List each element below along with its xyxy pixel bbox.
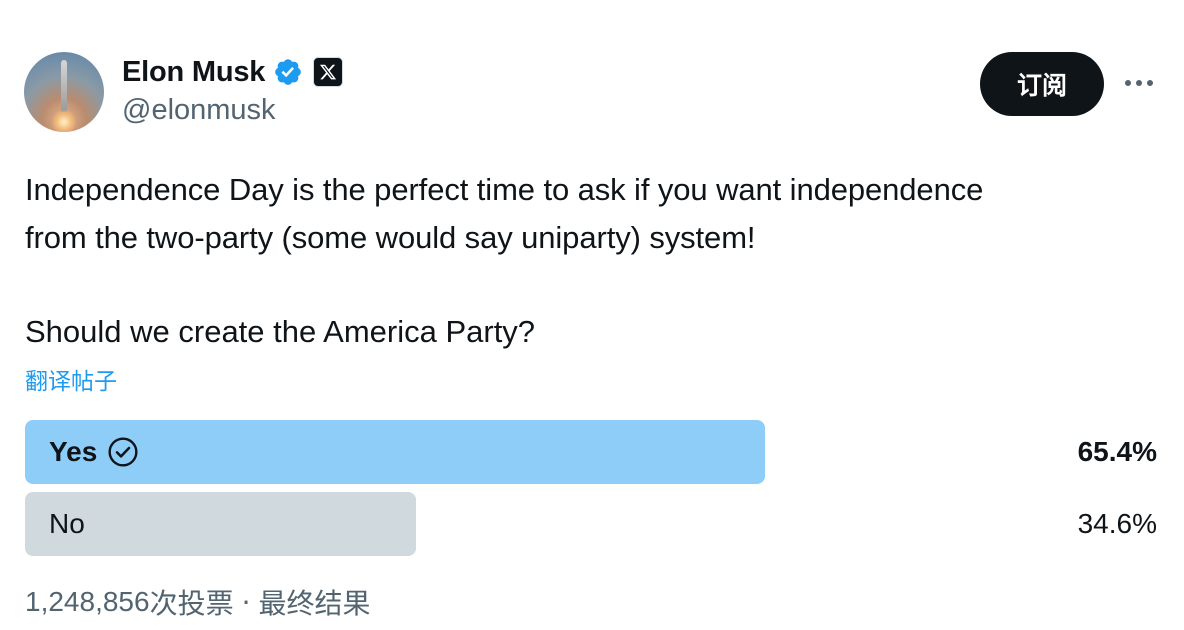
poll-option-label: Yes: [49, 436, 98, 467]
author-handle[interactable]: @elonmusk: [122, 94, 276, 127]
poll-footer: 1,248,856 次投票 · 最终结果: [25, 582, 371, 622]
poll-option-label-row: No: [49, 492, 85, 556]
tweet-text: Independence Day is the perfect time to …: [25, 166, 1155, 262]
x-logo-icon: [313, 57, 344, 87]
avatar[interactable]: [24, 52, 104, 132]
more-horizontal-icon[interactable]: [1120, 66, 1158, 100]
subscribe-button[interactable]: 订阅: [980, 52, 1104, 116]
tweet-text-line: Independence Day is the perfect time to …: [25, 172, 984, 207]
verified-badge-icon[interactable]: [273, 57, 303, 87]
translate-post-link[interactable]: 翻译帖子: [25, 362, 117, 396]
poll-option-yes: Yes 65.4%: [25, 420, 1157, 484]
poll-votes-count: 1,248,856: [25, 586, 150, 617]
poll-option-percent: 65.4%: [1077, 436, 1157, 467]
poll-option-label: No: [49, 508, 85, 539]
poll-option-label-row: Yes: [49, 420, 139, 484]
poll-option-percent: 34.6%: [1077, 508, 1157, 539]
poll-separator: ·: [241, 585, 251, 619]
check-circle-icon: [108, 437, 138, 467]
rocket-image: [61, 60, 67, 112]
author-name[interactable]: Elon Musk: [122, 56, 265, 89]
poll-status: 最终结果: [258, 587, 371, 620]
author-name-row: Elon Musk: [122, 54, 344, 90]
poll-votes-suffix: 次投票: [149, 587, 234, 620]
tweet-text-line: from the two-party (some would say unipa…: [25, 220, 756, 255]
rocket-flame-image: [52, 110, 76, 132]
poll-option-no: No 34.6%: [25, 492, 1157, 556]
poll-question: Should we create the America Party?: [25, 314, 536, 349]
